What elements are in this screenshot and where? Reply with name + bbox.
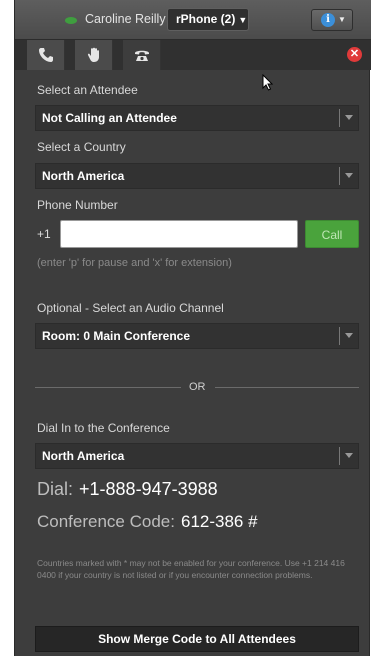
or-divider-text: OR	[189, 381, 206, 393]
dial-in-country-select[interactable]: North America	[35, 443, 359, 469]
conference-code-value: 612-386 #	[180, 512, 258, 531]
presence-status-icon	[65, 17, 77, 24]
country-code-prefix: +1	[37, 227, 51, 241]
tab-raise-hand[interactable]	[75, 40, 113, 70]
country-select[interactable]: North America	[35, 163, 359, 189]
phone-selector-label: rPhone (2)	[176, 12, 236, 26]
audio-channel-select[interactable]: Room: 0 Main Conference	[35, 323, 359, 349]
phone-selector[interactable]: rPhone (2) ▼	[167, 8, 249, 31]
chevron-down-icon	[345, 115, 353, 120]
chevron-down-icon	[345, 333, 353, 338]
dial-prefix: Dial:	[37, 479, 74, 499]
countries-footnote: Countries marked with * may not be enabl…	[37, 558, 345, 580]
conference-code-prefix: Conference Code:	[37, 512, 175, 531]
divider-line-right	[215, 387, 359, 388]
attendee-label: Select an Attendee	[37, 83, 138, 97]
info-icon: i	[321, 13, 335, 27]
caret-down-icon: ▼	[238, 15, 248, 25]
phone-number-input[interactable]	[60, 220, 298, 248]
divider-line-left	[35, 387, 181, 388]
dial-number: +1-888-947-3988	[79, 479, 218, 499]
country-select-value: North America	[42, 169, 125, 183]
attendee-select[interactable]: Not Calling an Attendee	[35, 105, 359, 131]
conference-panel: Caroline Reilly rPhone (2) ▼ i ▼ ✕ Selec…	[14, 0, 371, 656]
phone-hint-text: (enter 'p' for pause and 'x' for extensi…	[37, 257, 232, 269]
conference-code: Conference Code: 612-386 #	[37, 512, 258, 532]
audio-channel-value: Room: 0 Main Conference	[42, 329, 191, 343]
info-button[interactable]: i ▼	[311, 9, 353, 31]
show-merge-code-button[interactable]: Show Merge Code to All Attendees	[35, 626, 359, 652]
select-divider	[339, 447, 340, 465]
phone-number-label: Phone Number	[37, 198, 118, 212]
dial-in-number: Dial: +1-888-947-3988	[37, 479, 218, 500]
dial-in-label: Dial In to the Conference	[37, 421, 170, 435]
mouse-cursor-icon	[262, 74, 274, 91]
chevron-down-icon	[345, 453, 353, 458]
tab-phone[interactable]	[27, 40, 65, 70]
tab-dial-out[interactable]	[123, 40, 161, 70]
chevron-down-icon	[345, 173, 353, 178]
user-name: Caroline Reilly	[85, 12, 166, 26]
attendee-select-value: Not Calling an Attendee	[42, 111, 177, 125]
select-divider	[339, 327, 340, 345]
top-bar: Caroline Reilly rPhone (2) ▼ i ▼	[15, 0, 371, 40]
select-divider	[339, 167, 340, 185]
tab-bar	[15, 40, 371, 70]
select-divider	[339, 109, 340, 127]
phone-icon	[39, 48, 53, 62]
audio-channel-label: Optional - Select an Audio Channel	[37, 301, 224, 315]
hand-icon	[87, 47, 99, 62]
close-icon[interactable]: ✕	[347, 47, 362, 62]
country-label: Select a Country	[37, 140, 126, 154]
dial-in-country-value: North America	[42, 449, 125, 463]
caret-down-icon: ▼	[338, 15, 346, 24]
telephone-icon	[135, 50, 149, 61]
call-button[interactable]: Call	[305, 220, 359, 248]
